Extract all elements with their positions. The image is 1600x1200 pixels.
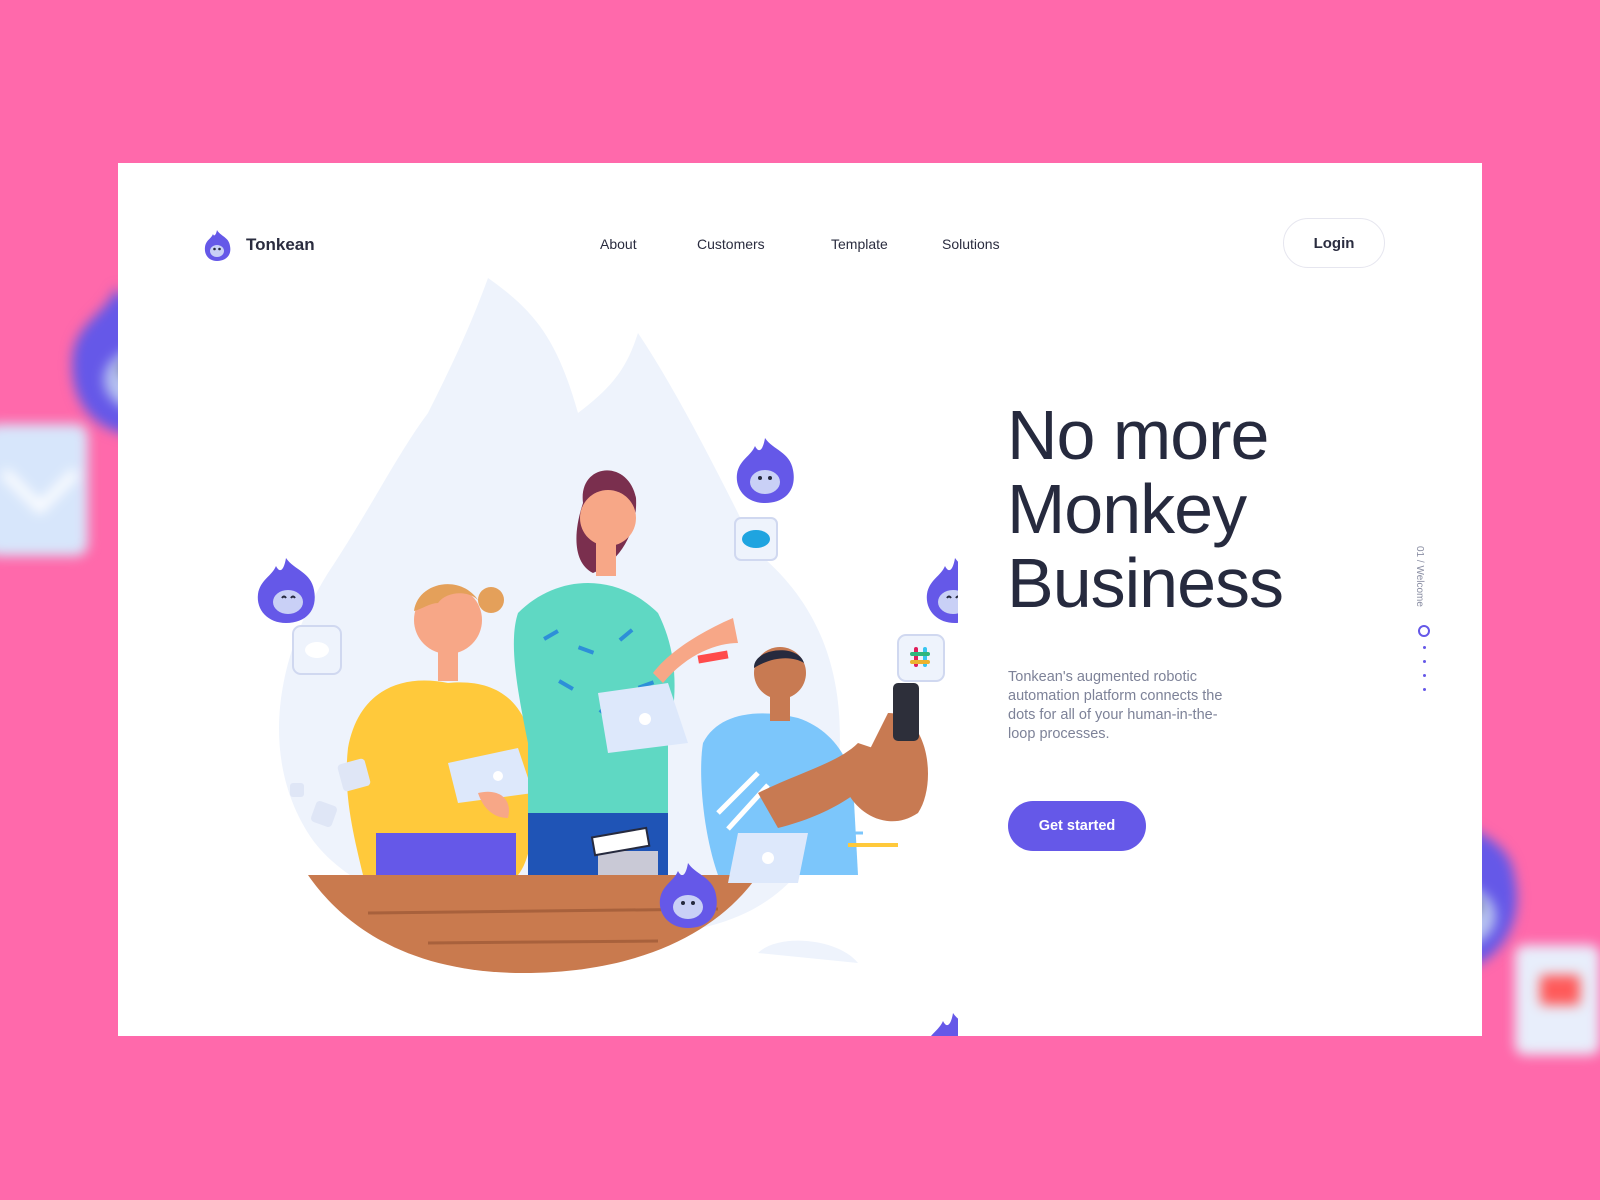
monkey-mascot-icon [257, 558, 315, 623]
app-card-icon [1515, 945, 1600, 1055]
landing-page-window: Tonkean About Customers Template Solutio… [118, 163, 1482, 1036]
hero-title-line: Monkey [1007, 470, 1247, 548]
app-card-icon [0, 424, 88, 556]
slide-indicator-dot[interactable] [1423, 660, 1426, 663]
nav-item-solutions[interactable]: Solutions [942, 236, 1000, 252]
get-started-button[interactable]: Get started [1008, 801, 1146, 851]
monkey-logo-icon [204, 230, 231, 261]
nav-item-template[interactable]: Template [831, 236, 888, 252]
hero-title-line: Business [1007, 544, 1284, 622]
monkey-mascot-icon [736, 438, 794, 503]
hero-illustration [257, 278, 958, 1036]
slide-label: 01 / Welcome [1414, 546, 1428, 616]
login-button[interactable]: Login [1283, 218, 1385, 268]
nav-item-customers[interactable]: Customers [697, 236, 765, 252]
nav-item-about[interactable]: About [600, 236, 637, 252]
monkey-mascot-icon [926, 558, 958, 623]
slide-indicator-dot[interactable] [1423, 674, 1426, 677]
hero-description: Tonkean's augmented robotic automation p… [1008, 669, 1223, 742]
monkey-mascot-icon [931, 1013, 958, 1036]
hero-title: No more Monkey Business [1007, 398, 1337, 620]
hero-title-line: No more [1007, 396, 1269, 474]
slide-indicator-dot[interactable] [1423, 688, 1426, 691]
slide-indicator-dot[interactable] [1423, 646, 1426, 649]
slack-card-icon [897, 634, 945, 682]
brand[interactable]: Tonkean [202, 228, 315, 262]
salesforce-card-icon [734, 517, 778, 561]
slide-indicator-active[interactable] [1418, 625, 1430, 637]
chat-card-icon [292, 625, 342, 675]
slide-label-text: 01 / Welcome [1414, 546, 1425, 607]
brand-name: Tonkean [246, 235, 315, 254]
